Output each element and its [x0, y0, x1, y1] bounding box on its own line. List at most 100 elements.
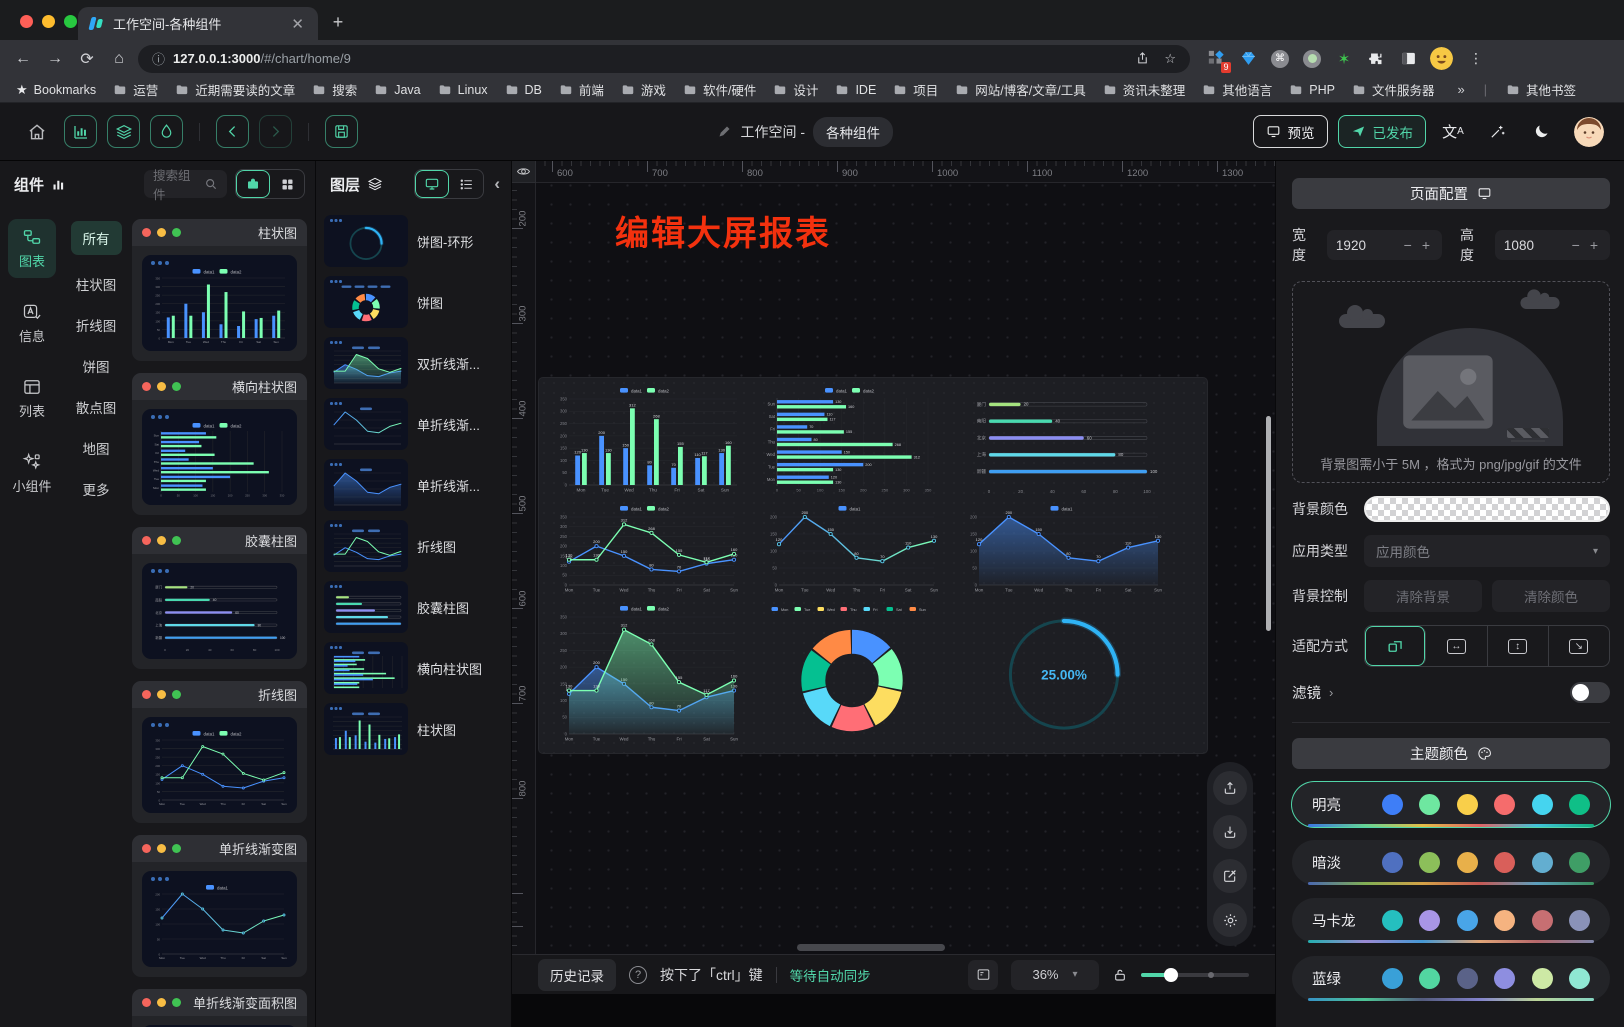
bookmark-folder[interactable]: Java — [374, 83, 420, 97]
component-card[interactable]: 横向柱状图 data1data2050100150200250300350Sun… — [132, 373, 307, 515]
canvas-chart-capsule[interactable]: 厦门20南阳40北京60上海80新疆100020406080100 — [959, 386, 1169, 496]
home-icon[interactable]: ⌂ — [106, 50, 132, 68]
fit-height-button[interactable]: ↕ — [1488, 626, 1549, 666]
layer-item[interactable]: 饼图-环形 — [324, 215, 503, 267]
collapse-panel-chevron[interactable]: ‹ — [491, 174, 503, 194]
publish-button[interactable]: 已发布 — [1338, 115, 1427, 148]
nav-item-widgets[interactable]: 小组件 — [8, 444, 56, 503]
bookmark-folder[interactable]: DB — [505, 83, 542, 97]
nav-item-charts[interactable]: 图表 — [8, 219, 56, 278]
theme-row[interactable]: 蓝绿 — [1292, 956, 1610, 1001]
fit-auto-button[interactable] — [1365, 626, 1426, 666]
bookmark-star-icon[interactable]: ☆ — [1164, 51, 1176, 67]
thumbnail-view-button[interactable] — [415, 170, 449, 198]
undo-button[interactable] — [216, 115, 249, 148]
bookmark-folder[interactable]: IDE — [835, 83, 876, 97]
preview-button[interactable]: 预览 — [1253, 115, 1328, 148]
bookmarks-overflow-chevron[interactable]: » — [1457, 82, 1464, 97]
slider-knob[interactable] — [1164, 968, 1178, 982]
bookmark-folder[interactable]: 资讯未整理 — [1103, 80, 1186, 99]
layers-panel-toggle-button[interactable] — [107, 115, 140, 148]
clear-color-button[interactable]: 清除颜色 — [1492, 580, 1610, 612]
layer-item[interactable]: 单折线渐... — [324, 398, 503, 450]
canvas-chart-bar[interactable]: data1data2050100150200250300350Mon120130… — [549, 386, 745, 496]
bg-color-swatch[interactable] — [1364, 496, 1610, 522]
filter-toggle-button[interactable] — [150, 115, 183, 148]
app-type-select[interactable]: 应用颜色 ▾ — [1364, 535, 1610, 567]
canvas-chart-horizontal-bar[interactable]: data1data2050100150200250300350Sun130160… — [759, 386, 945, 496]
layer-item[interactable]: 横向柱状图 — [324, 642, 503, 694]
bookmark-folder[interactable]: PHP — [1289, 83, 1335, 97]
zoom-slider[interactable] — [1141, 973, 1249, 977]
component-card[interactable]: 单折线渐变面积图 data1050100150200MonTueWedThuFr… — [132, 989, 307, 1027]
nav-item-info[interactable]: 信息 — [8, 294, 56, 353]
fit-width-button[interactable]: ↔ — [1426, 626, 1487, 666]
browser-menu-icon[interactable]: ⋮ — [1465, 50, 1488, 67]
height-stepper[interactable]: 1080 − + — [1495, 230, 1610, 260]
workspace-name-pill[interactable]: 各种组件 — [813, 117, 893, 147]
canvas-horizontal-scrollbar[interactable] — [797, 944, 945, 951]
canvas-chart-gradient-area[interactable]: data1050100150200MonTueWedThuFriSatSun12… — [959, 504, 1169, 596]
bookmark-folder[interactable]: 设计 — [773, 80, 818, 99]
canvas-chart-line[interactable]: data1data2050100150200250300350MonTueWed… — [549, 504, 745, 596]
list-view-button[interactable] — [449, 170, 483, 198]
close-window-button[interactable] — [20, 15, 33, 28]
extension-dot-icon[interactable] — [1302, 49, 1322, 69]
canvas-chart-gradient-line[interactable]: data1050100150200MonTueWedThuFriSatSun12… — [759, 504, 945, 596]
bookmark-folder[interactable]: 项目 — [893, 80, 938, 99]
share-icon[interactable] — [1135, 51, 1150, 67]
layer-item[interactable]: 单折线渐... — [324, 459, 503, 511]
forward-icon[interactable]: → — [42, 50, 68, 68]
download-button[interactable] — [1213, 815, 1247, 849]
layer-item[interactable]: 饼图 — [324, 276, 503, 328]
bookmark-folder[interactable]: 搜索 — [312, 80, 357, 99]
edit-button[interactable] — [1213, 859, 1247, 893]
extension-gem-icon[interactable] — [1238, 49, 1258, 69]
browser-profile-avatar[interactable] — [1430, 47, 1453, 70]
category-item[interactable]: 饼图 — [79, 354, 114, 378]
tab-close-icon[interactable]: ✕ — [287, 15, 308, 33]
category-item[interactable]: 更多 — [79, 477, 114, 501]
dark-mode-moon-icon[interactable] — [1524, 123, 1558, 140]
component-card[interactable]: 胶囊柱图 厦门20南阳40北京60上海80新疆100020406080100 — [132, 527, 307, 669]
toolbox-view-button[interactable] — [236, 170, 270, 198]
bookmark-folder[interactable]: 其他语言 — [1202, 80, 1272, 99]
new-tab-button[interactable]: + — [324, 8, 352, 36]
minimize-window-button[interactable] — [42, 15, 55, 28]
lock-icon[interactable] — [1112, 967, 1128, 983]
category-item[interactable]: 地图 — [79, 436, 114, 460]
upload-button[interactable] — [1213, 771, 1247, 805]
canvas-chart-pie[interactable]: MonTueWedThuFriSatSun — [759, 604, 945, 745]
bookmark-folder[interactable]: 软件/硬件 — [683, 80, 756, 99]
reload-icon[interactable]: ⟳ — [74, 49, 100, 69]
user-avatar[interactable] — [1574, 117, 1604, 147]
extension-grid-icon[interactable]: 9 — [1206, 49, 1226, 69]
sidebar-toggle-icon[interactable] — [1398, 49, 1418, 69]
design-canvas[interactable]: 6007008009001000110012001300 20030040050… — [512, 161, 1275, 954]
fit-stretch-button[interactable]: ↘ — [1549, 626, 1609, 666]
clear-background-button[interactable]: 清除背景 — [1364, 580, 1482, 612]
minus-icon[interactable]: − — [1569, 237, 1583, 253]
maximize-window-button[interactable] — [64, 15, 77, 28]
category-item[interactable]: 柱状图 — [72, 272, 121, 296]
ruler-corner[interactable] — [512, 161, 536, 183]
back-icon[interactable]: ← — [10, 50, 36, 68]
bookmark-folder[interactable]: Linux — [438, 83, 488, 97]
app-home-icon[interactable] — [20, 122, 54, 142]
bookmark-folder[interactable]: 文件服务器 — [1352, 80, 1435, 99]
magic-wand-icon[interactable] — [1480, 123, 1514, 140]
bookmark-folder[interactable]: 近期需要读的文章 — [175, 80, 295, 99]
chart-group-board[interactable]: data1data2050100150200250300350Mon120130… — [539, 378, 1207, 753]
component-card[interactable]: 单折线渐变图 data1050100150200MonTueWedThuFriS… — [132, 835, 307, 977]
extension-star-icon[interactable]: ✶ — [1334, 49, 1354, 69]
bookmark-folder[interactable]: 前端 — [559, 80, 604, 99]
address-bar[interactable]: ⓘ 127.0.0.1:3000/#/chart/home/9 ☆ — [138, 45, 1190, 73]
save-button[interactable] — [325, 115, 358, 148]
component-card[interactable]: 柱状图 data1data2050100150200250300350MonTu… — [132, 219, 307, 361]
language-icon[interactable]: 文A — [1436, 121, 1470, 142]
layer-item[interactable]: 胶囊柱图 — [324, 581, 503, 633]
layer-item[interactable]: 柱状图 — [324, 703, 503, 755]
theme-row[interactable]: 马卡龙 — [1292, 898, 1610, 943]
settings-gear-button[interactable] — [1213, 903, 1247, 937]
canvas-vertical-scrollbar[interactable] — [1266, 416, 1271, 631]
